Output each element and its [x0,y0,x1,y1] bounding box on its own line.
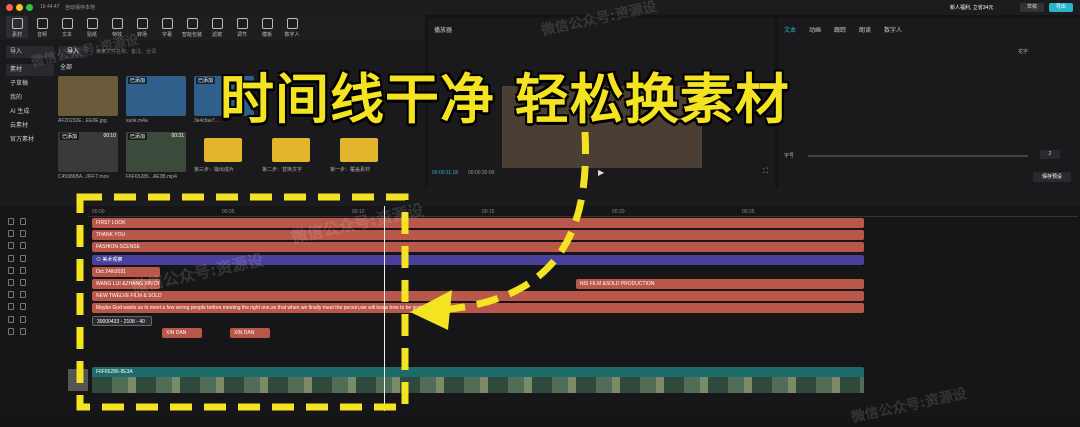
headline-overlay: 时间线干净 轻松换素材 [220,68,790,131]
dashed-arrow-path [439,131,589,314]
arrow-head [410,290,452,330]
